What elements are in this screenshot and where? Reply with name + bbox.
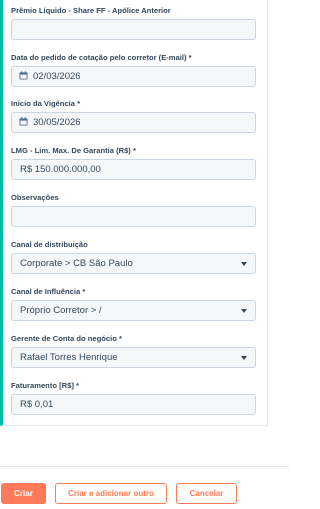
field-faturamento: Faturamento [R$] * R$ 0,01	[11, 381, 260, 415]
field-lmg: LMG - Lim. Max. De Garantia (R$) * R$ 15…	[11, 146, 260, 180]
field-data-pedido: Data do pedido de cotação pelo corretor …	[11, 53, 260, 87]
field-label: Observações	[11, 193, 59, 202]
chevron-down-icon[interactable]	[241, 262, 247, 266]
field-observacoes: Observações	[11, 193, 260, 227]
chevron-down-icon[interactable]	[241, 309, 247, 313]
date-value: 30/05/2026	[33, 117, 81, 128]
gerente-conta-select[interactable]: Rafael Torres Henrique	[11, 347, 256, 368]
canal-distribuicao-select[interactable]: Corporate > CB São Paulo	[11, 253, 256, 274]
observacoes-input[interactable]	[11, 206, 256, 227]
create-button[interactable]: Criar	[1, 483, 46, 504]
field-canal-distribuicao: Canal de distribuição Corporate > CB São…	[11, 240, 260, 274]
field-label: Data do pedido de cotação pelo corretor …	[11, 53, 192, 62]
field-canal-influencia: Canal de Influência * Próprio Corretor >…	[11, 287, 260, 321]
field-label: Gerente de Conta do negócio *	[11, 334, 122, 343]
premio-liquido-input[interactable]	[11, 19, 256, 40]
selected-value: Rafael Torres Henrique	[20, 352, 118, 363]
selected-value: Corporate > CB São Paulo	[20, 258, 133, 269]
calendar-icon	[19, 117, 28, 126]
calendar-icon	[19, 71, 28, 80]
canal-influencia-select[interactable]: Próprio Corretor > /	[11, 300, 256, 321]
field-label: Canal de distribuição	[11, 240, 88, 249]
selected-value: Próprio Corretor > /	[20, 305, 102, 316]
form-panel: Prêmio Líquido - Share FF - Apólice Ante…	[0, 0, 268, 426]
field-inicio-vigencia: Inicio da Vigência * 30/05/2026	[11, 99, 260, 133]
create-record-page: Prêmio Líquido - Share FF - Apólice Ante…	[0, 0, 289, 509]
data-pedido-input[interactable]: 02/03/2026	[11, 66, 256, 87]
cancel-button[interactable]: Cancelar	[176, 483, 237, 504]
faturamento-input[interactable]: R$ 0,01	[11, 394, 256, 415]
footer-divider	[0, 466, 289, 467]
field-label: Inicio da Vigência *	[11, 99, 81, 108]
field-label: LMG - Lim. Max. De Garantia (R$) *	[11, 146, 136, 155]
field-label: Canal de Influência *	[11, 287, 86, 296]
create-and-add-another-button[interactable]: Criar e adicionar outro	[55, 483, 167, 504]
field-gerente-conta: Gerente de Conta do negócio * Rafael Tor…	[11, 334, 260, 368]
inicio-vigencia-input[interactable]: 30/05/2026	[11, 112, 256, 133]
chevron-down-icon[interactable]	[241, 356, 247, 360]
date-value: 02/03/2026	[33, 71, 81, 82]
field-label: Faturamento [R$] *	[11, 381, 79, 390]
field-label: Prêmio Líquido - Share FF - Apólice Ante…	[11, 6, 171, 15]
lmg-input[interactable]: R$ 150.000.000,00	[11, 159, 256, 180]
field-premio-liquido: Prêmio Líquido - Share FF - Apólice Ante…	[11, 6, 260, 40]
